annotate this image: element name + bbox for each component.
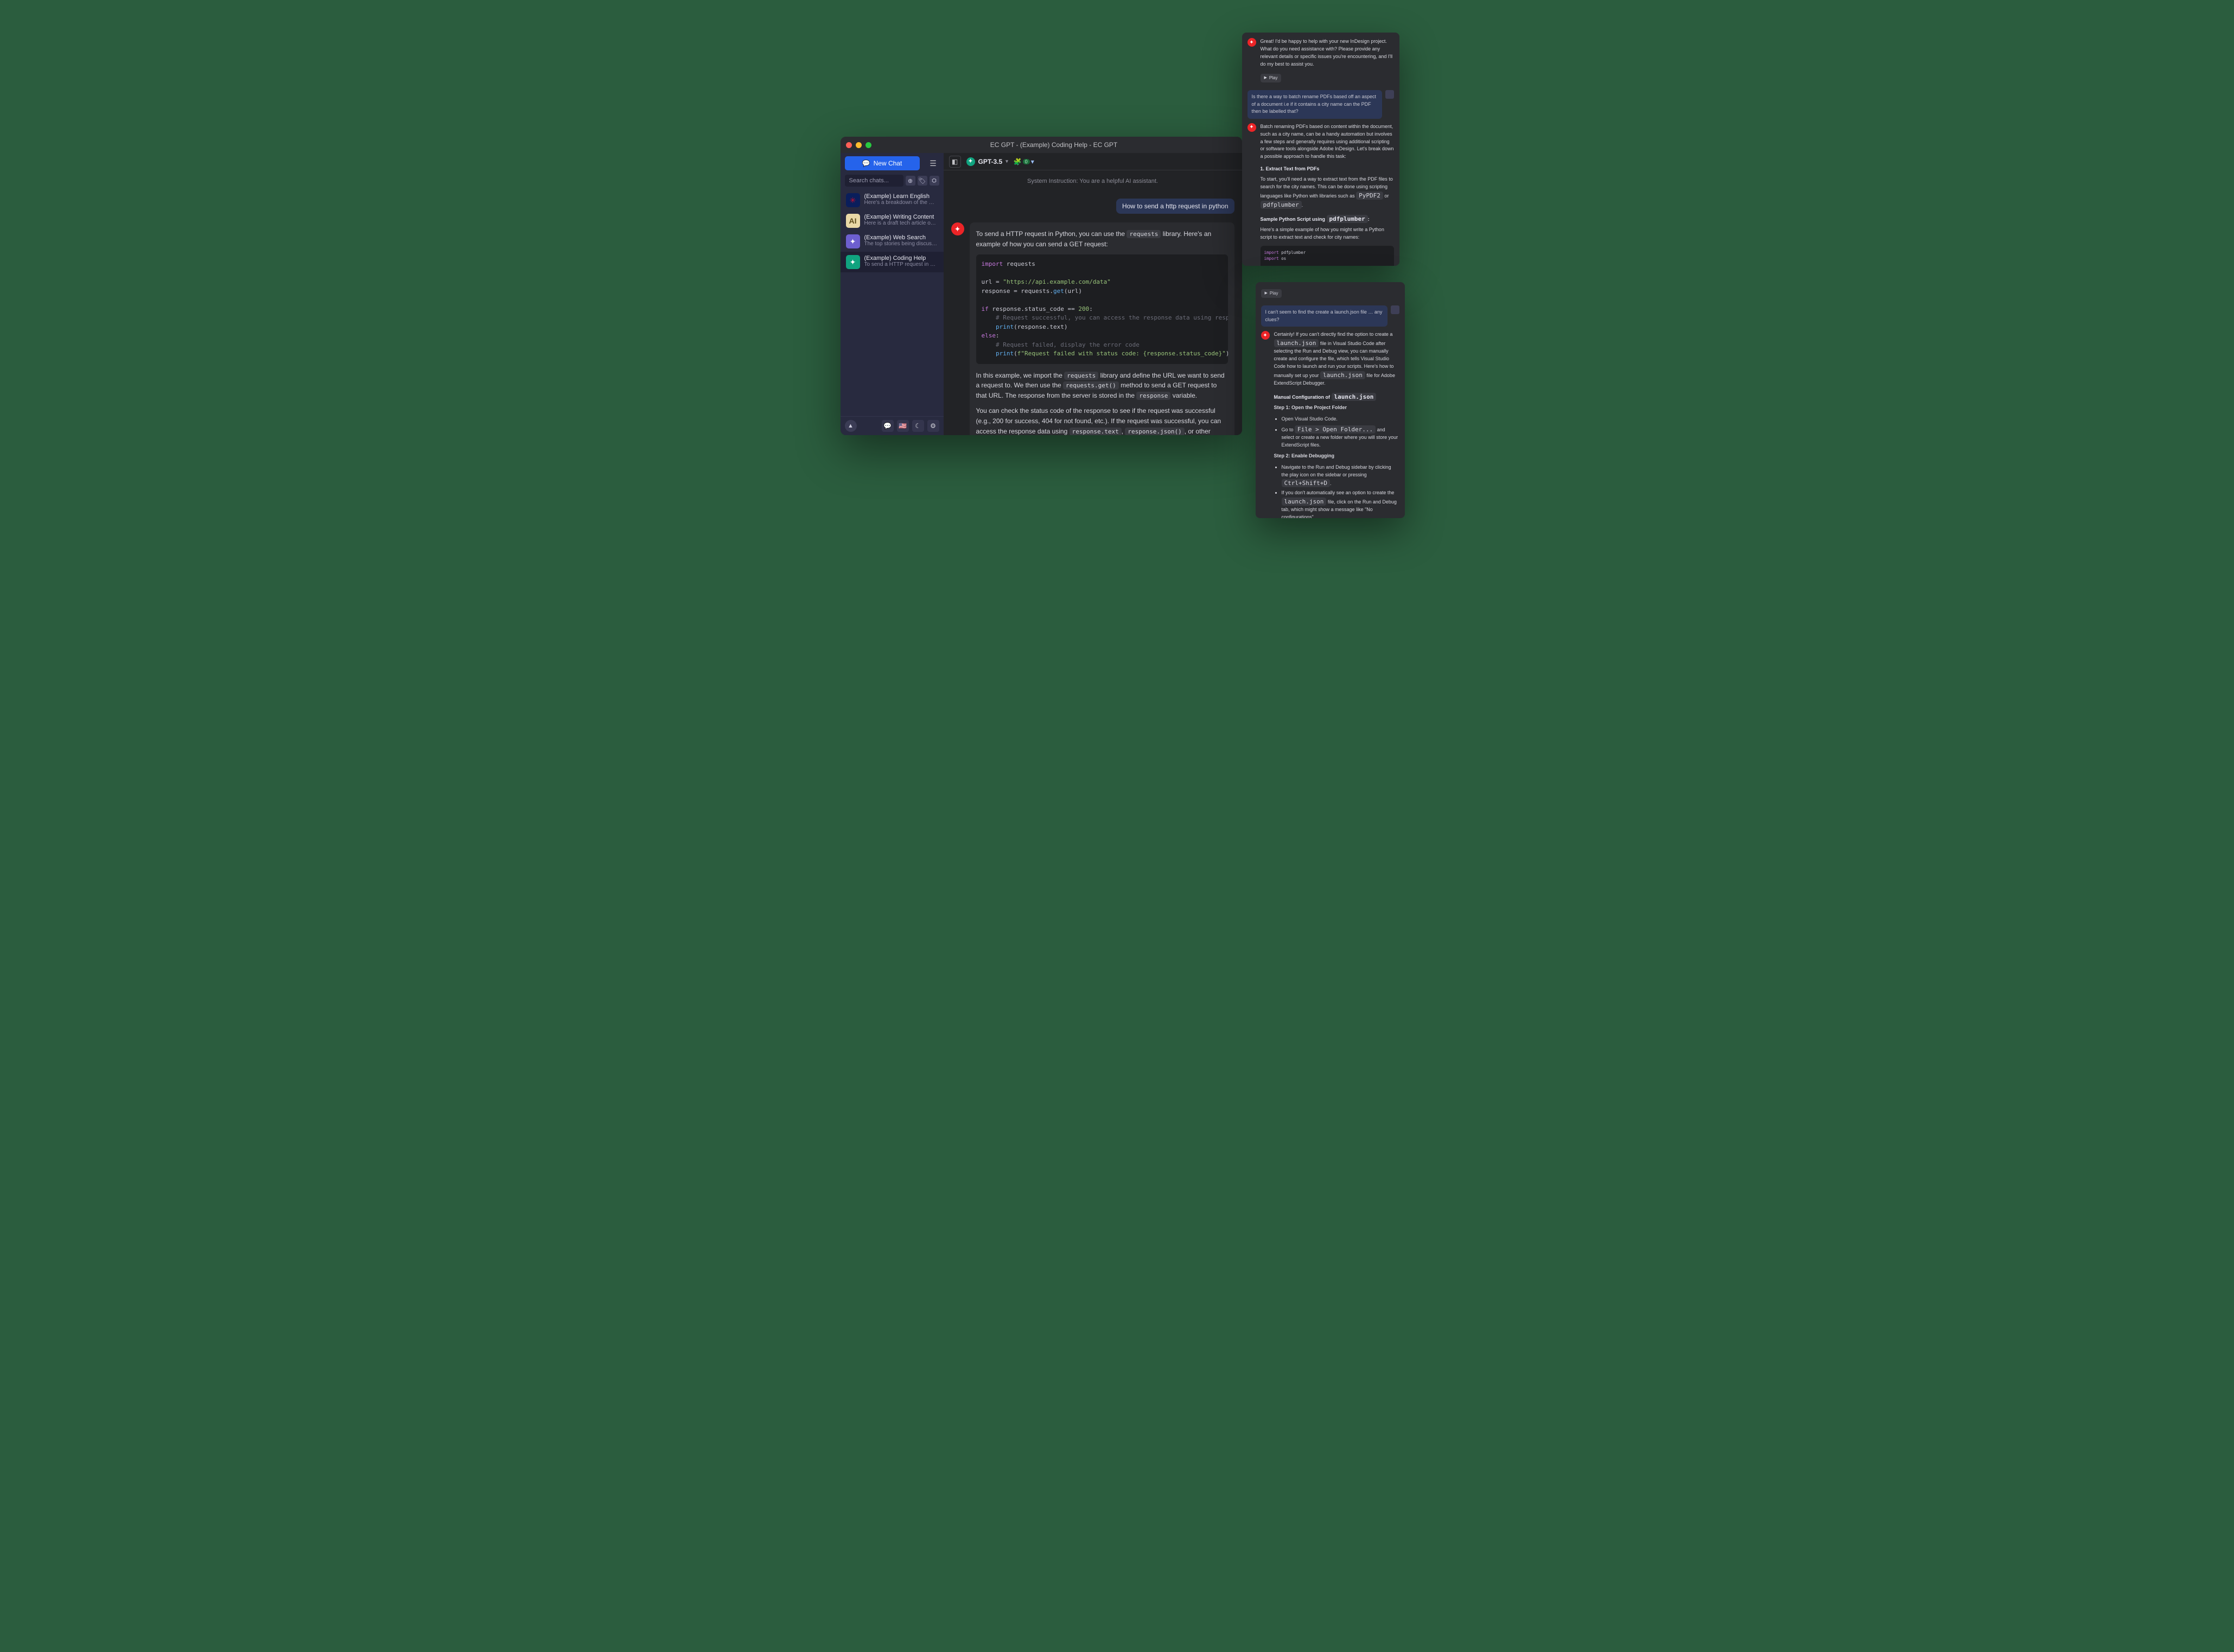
user-message: Is there a way to batch rename PDFs base… bbox=[1248, 90, 1394, 119]
user-avatar-icon bbox=[1391, 305, 1399, 314]
web-search-icon: ✦ bbox=[846, 234, 860, 248]
conversation-panel-indesign-pdf: Great! I'd be happy to help with your ne… bbox=[1242, 33, 1399, 266]
search-chats-input[interactable]: Search chats... bbox=[845, 175, 903, 187]
minimize-window-icon[interactable] bbox=[856, 142, 862, 148]
window-controls bbox=[846, 142, 871, 148]
code-block[interactable]: import requests url = "https://api.examp… bbox=[976, 254, 1228, 364]
plugin-icon: 🧩 bbox=[1014, 158, 1022, 165]
app-window: EC GPT - (Example) Coding Help - EC GPT … bbox=[841, 137, 1242, 435]
new-chat-button[interactable]: 💬 New Chat bbox=[845, 156, 920, 170]
titlebar: EC GPT - (Example) Coding Help - EC GPT bbox=[841, 137, 1242, 153]
plugin-selector[interactable]: 🧩 0 ▾ bbox=[1014, 158, 1034, 165]
assistant-avatar-icon bbox=[1248, 38, 1256, 47]
chat-item-learn-english[interactable]: (Example) Learn EnglishHere's a breakdow… bbox=[841, 190, 944, 211]
model-selector[interactable]: ✦ GPT-3.5 ▾ bbox=[966, 157, 1008, 166]
footer-settings-icon[interactable]: ⚙ bbox=[927, 420, 939, 432]
footer-flag-icon[interactable]: 🇺🇸 bbox=[897, 420, 909, 432]
system-instruction: System Instruction: You are a helpful AI… bbox=[951, 178, 1234, 184]
conversation-scroll[interactable]: System Instruction: You are a helpful AI… bbox=[944, 170, 1242, 435]
chat-list: (Example) Learn EnglishHere's a breakdow… bbox=[841, 190, 944, 416]
collapse-sidebar-icon[interactable]: ▲ bbox=[845, 420, 857, 432]
user-message: How to send a http request in python bbox=[1116, 199, 1234, 214]
openai-icon: ✦ bbox=[846, 255, 860, 269]
toggle-sidebar-icon[interactable]: ◧ bbox=[949, 156, 961, 168]
sidebar-footer: ▲ 💬 🇺🇸 ☾ ⚙ bbox=[841, 416, 944, 435]
new-folder-icon[interactable]: ⊕ bbox=[906, 176, 915, 186]
chat-item-coding-help[interactable]: ✦ (Example) Coding HelpTo send a HTTP re… bbox=[841, 252, 944, 272]
plugin-count-badge: 0 bbox=[1023, 159, 1030, 164]
assistant-avatar-icon bbox=[1248, 123, 1256, 132]
speech-bubble-icon: 💬 bbox=[862, 160, 870, 167]
user-avatar-icon bbox=[1385, 90, 1394, 99]
play-button[interactable]: Play bbox=[1261, 289, 1282, 298]
maximize-window-icon[interactable] bbox=[865, 142, 871, 148]
topbar: ◧ ✦ GPT-3.5 ▾ 🧩 0 ▾ bbox=[944, 153, 1242, 170]
uk-flag-icon bbox=[846, 193, 860, 207]
assistant-message: To send a HTTP request in Python, you ca… bbox=[951, 222, 1234, 435]
window-title: EC GPT - (Example) Coding Help - EC GPT bbox=[871, 141, 1237, 149]
assistant-avatar-icon bbox=[951, 222, 964, 235]
user-message: I can't seem to find the create a launch… bbox=[1261, 305, 1399, 327]
sidebar: 💬 New Chat ☰ Search chats... ⊕ 🏷 ⛭ (Exam… bbox=[841, 153, 944, 435]
tag-icon[interactable]: 🏷 bbox=[918, 176, 927, 186]
ai-icon: AI bbox=[846, 214, 860, 228]
conversation-panel-launch-json: Play I can't seem to find the create a l… bbox=[1256, 282, 1405, 518]
theme-toggle-icon[interactable]: ☾ bbox=[912, 420, 924, 432]
code-block[interactable]: import pdfplumber import os # Path to th… bbox=[1261, 246, 1394, 266]
openai-logo-icon: ✦ bbox=[966, 157, 975, 166]
chevron-down-icon: ▾ bbox=[1005, 158, 1008, 164]
play-button[interactable]: Play bbox=[1261, 74, 1282, 82]
footer-chat-icon[interactable]: 💬 bbox=[882, 420, 894, 432]
sidebar-menu-icon[interactable]: ☰ bbox=[927, 157, 939, 169]
close-window-icon[interactable] bbox=[846, 142, 852, 148]
chat-item-writing-content[interactable]: AI (Example) Writing ContentHere is a dr… bbox=[841, 211, 944, 231]
chevron-down-icon: ▾ bbox=[1031, 158, 1034, 165]
chat-item-web-search[interactable]: ✦ (Example) Web SearchThe top stories be… bbox=[841, 231, 944, 252]
filter-icon[interactable]: ⛭ bbox=[930, 176, 939, 186]
main-content: ◧ ✦ GPT-3.5 ▾ 🧩 0 ▾ System Instruction: … bbox=[944, 153, 1242, 435]
assistant-avatar-icon bbox=[1261, 331, 1270, 340]
